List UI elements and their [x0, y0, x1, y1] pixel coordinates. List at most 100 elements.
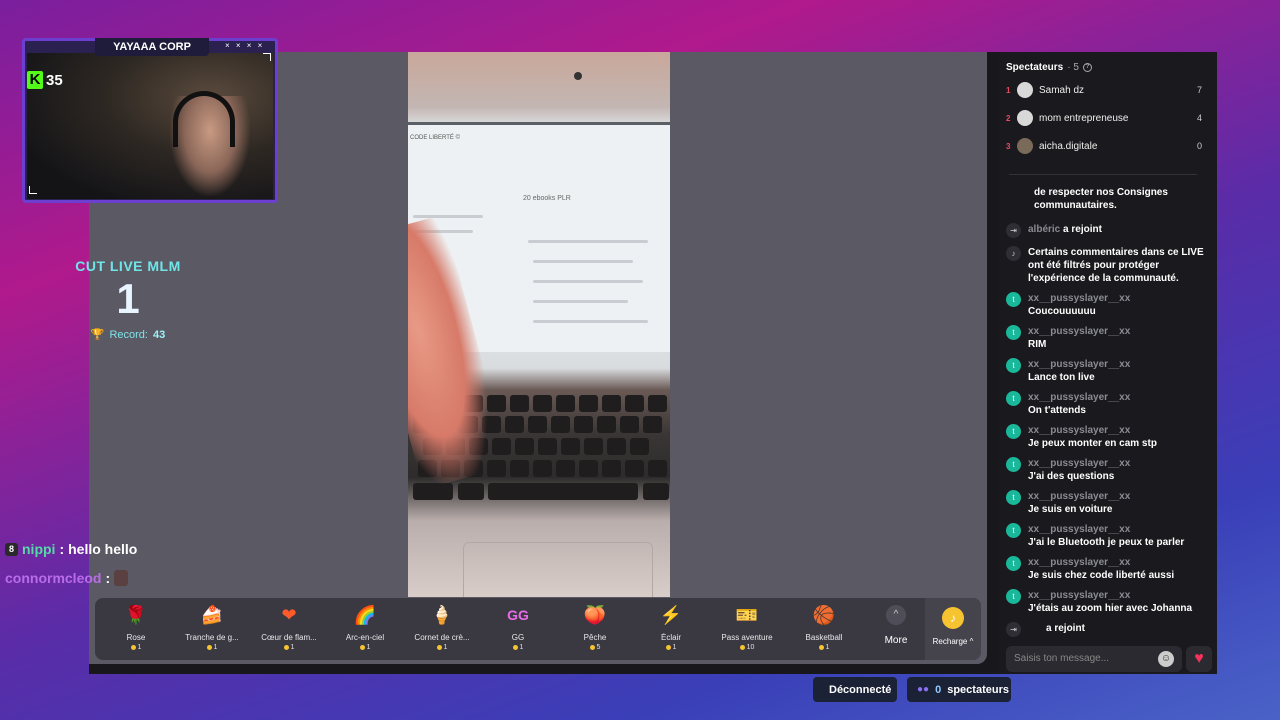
- viewers-count-value: 0: [935, 683, 942, 696]
- user-avatar-icon: t: [1006, 292, 1021, 307]
- gift-basketball[interactable]: 🏀 Basketball 1: [786, 602, 862, 651]
- channel-name: YAYAAA CORP: [95, 38, 209, 56]
- join-icon: ⇥: [1006, 223, 1021, 238]
- record-row: 🏆 Record: 43: [62, 328, 194, 342]
- chat-user: xx__pussyslayer__xx: [1028, 524, 1131, 535]
- kick-count-value: 35: [46, 71, 63, 89]
- kick-badge-icon: 8: [5, 542, 18, 556]
- user-avatar-icon: t: [1006, 457, 1021, 472]
- user-avatar-icon: t: [1006, 325, 1021, 340]
- headphones-shape: [173, 91, 235, 147]
- gift-price: 5: [596, 644, 601, 651]
- gift-price: 1: [443, 644, 448, 651]
- coin-icon: [818, 645, 824, 650]
- gift-bar: 🌹 Rose 1 🍰 Tranche de g... 1 ❤ Cœur de f…: [95, 598, 981, 660]
- chat-user: xx__pussyslayer__xx: [1028, 458, 1131, 469]
- peach-icon: 🍑: [583, 605, 607, 625]
- viewers-label: spectateurs: [947, 683, 1009, 696]
- divider: [1009, 174, 1197, 175]
- viewer-rank: 3: [1006, 141, 1011, 151]
- avatar: [1017, 82, 1033, 98]
- viewer-row[interactable]: 2 mom entrepreneuse 4: [1006, 109, 1202, 127]
- heart-icon[interactable]: ♥: [1186, 646, 1212, 672]
- chat-input[interactable]: Saisis ton message...: [1006, 646, 1182, 672]
- chat-user: xx__pussyslayer__xx: [1028, 359, 1131, 370]
- chat-text: Je suis chez code liberté aussi: [1028, 570, 1175, 581]
- viewers-header: Spectateurs · 5 ?: [1006, 62, 1092, 73]
- gift-price: 1: [290, 644, 295, 651]
- coin-icon: [665, 645, 671, 650]
- basketball-icon: 🏀: [812, 605, 836, 625]
- viewers-icon: ●●: [917, 684, 930, 695]
- viewer-name: Samah dz: [1039, 84, 1085, 96]
- gift-price: 1: [519, 644, 524, 651]
- overlay-message: hello hello: [68, 541, 138, 557]
- viewer-status[interactable]: ●● 0 spectateurs: [907, 677, 1011, 702]
- overlay-user: nippi: [22, 541, 56, 557]
- counter-widget: CUT LIVE MLM 1 🏆 Record: 43: [62, 258, 194, 341]
- gift-cake-slice[interactable]: 🍰 Tranche de g... 1: [174, 602, 250, 651]
- join-user: albéric: [1028, 224, 1061, 235]
- info-icon[interactable]: ?: [1082, 63, 1092, 72]
- laptop-trackpad: [463, 542, 653, 597]
- tiktok-coin-icon: ♪: [942, 607, 964, 629]
- chat-user: xx__pussyslayer__xx: [1028, 557, 1131, 568]
- chat-text: Je suis en voiture: [1028, 504, 1113, 515]
- rose-icon: 🌹: [124, 605, 148, 625]
- chevron-up-icon: ^: [886, 605, 906, 625]
- emoji-icon[interactable]: ☺: [1158, 651, 1174, 667]
- chat-user: xx__pussyslayer__xx: [1028, 392, 1131, 403]
- coin-icon: [206, 645, 212, 650]
- gift-rainbow[interactable]: 🌈 Arc-en-ciel 1: [327, 602, 403, 651]
- gift-gg[interactable]: GG GG 1: [480, 602, 556, 651]
- recharge-button[interactable]: ♪ Recharge ^: [925, 598, 981, 660]
- chat-text: Je peux monter en cam stp: [1028, 438, 1157, 449]
- viewer-rank: 1: [1006, 85, 1011, 95]
- trophy-icon: 🏆: [90, 329, 105, 341]
- overlay-sep: :: [105, 570, 111, 586]
- viewer-score: 0: [1196, 141, 1202, 151]
- tiktok-icon: ♪: [1006, 246, 1021, 261]
- gift-peach[interactable]: 🍑 Pêche 5: [557, 602, 633, 651]
- overlay-chat-line: connormcleod :: [5, 569, 137, 587]
- deco-crosses: × × × ×: [225, 41, 265, 50]
- counter-value: 1: [116, 275, 140, 322]
- viewer-score: 7: [1196, 85, 1202, 95]
- gift-name: Cornet de crè...: [414, 633, 470, 642]
- gift-price: 1: [137, 644, 142, 651]
- viewer-row[interactable]: 3 aicha.digitale 0: [1006, 137, 1202, 155]
- chat-user: xx__pussyslayer__xx: [1028, 425, 1131, 436]
- screen-heading: 20 ebooks PLR: [523, 195, 571, 202]
- ice-cream-icon: 🍦: [430, 605, 454, 625]
- more-gifts-button[interactable]: ^ More: [875, 602, 917, 646]
- user-avatar-icon: t: [1006, 589, 1021, 604]
- record-value: 43: [152, 328, 166, 341]
- live-video-feed[interactable]: CODE LIBERTÉ © 20 ebooks PLR: [408, 52, 670, 597]
- gift-ice-cream[interactable]: 🍦 Cornet de crè... 1: [404, 602, 480, 651]
- gift-name: Arc-en-ciel: [345, 633, 385, 642]
- gift-adventure-pass[interactable]: 🎫 Pass aventure 10: [709, 602, 785, 651]
- gift-lightning[interactable]: ⚡ Éclair 1: [633, 602, 709, 651]
- connection-status[interactable]: Déconnecté: [813, 677, 897, 702]
- viewers-count: · 5: [1067, 62, 1079, 73]
- coin-icon: [130, 645, 136, 650]
- gift-price: 1: [213, 644, 218, 651]
- chat-text: Lance ton live: [1028, 372, 1095, 383]
- chat-user: xx__pussyslayer__xx: [1028, 590, 1131, 601]
- gift-name: Éclair: [660, 633, 681, 642]
- gift-rose[interactable]: 🌹 Rose 1: [98, 602, 174, 651]
- chat-text: RIM: [1028, 339, 1047, 350]
- join-text: a rejoint: [1046, 623, 1085, 634]
- gift-name: Rose: [126, 633, 146, 642]
- viewer-row[interactable]: 1 Samah dz 7: [1006, 81, 1202, 99]
- gift-name: Tranche de g...: [185, 633, 239, 642]
- corner-bracket: [29, 186, 37, 194]
- user-avatar-icon: t: [1006, 556, 1021, 571]
- gift-price: 1: [825, 644, 830, 651]
- gift-price: 10: [746, 644, 755, 651]
- gift-flame-heart[interactable]: ❤ Cœur de flam... 1: [251, 602, 327, 651]
- system-message-text: de respecter nos Consignes communautaire…: [1034, 187, 1168, 211]
- connection-label: Déconnecté: [829, 683, 892, 696]
- viewer-score: 4: [1196, 113, 1202, 123]
- overlay-chat-line: 8 nippi : hello hello: [5, 540, 137, 558]
